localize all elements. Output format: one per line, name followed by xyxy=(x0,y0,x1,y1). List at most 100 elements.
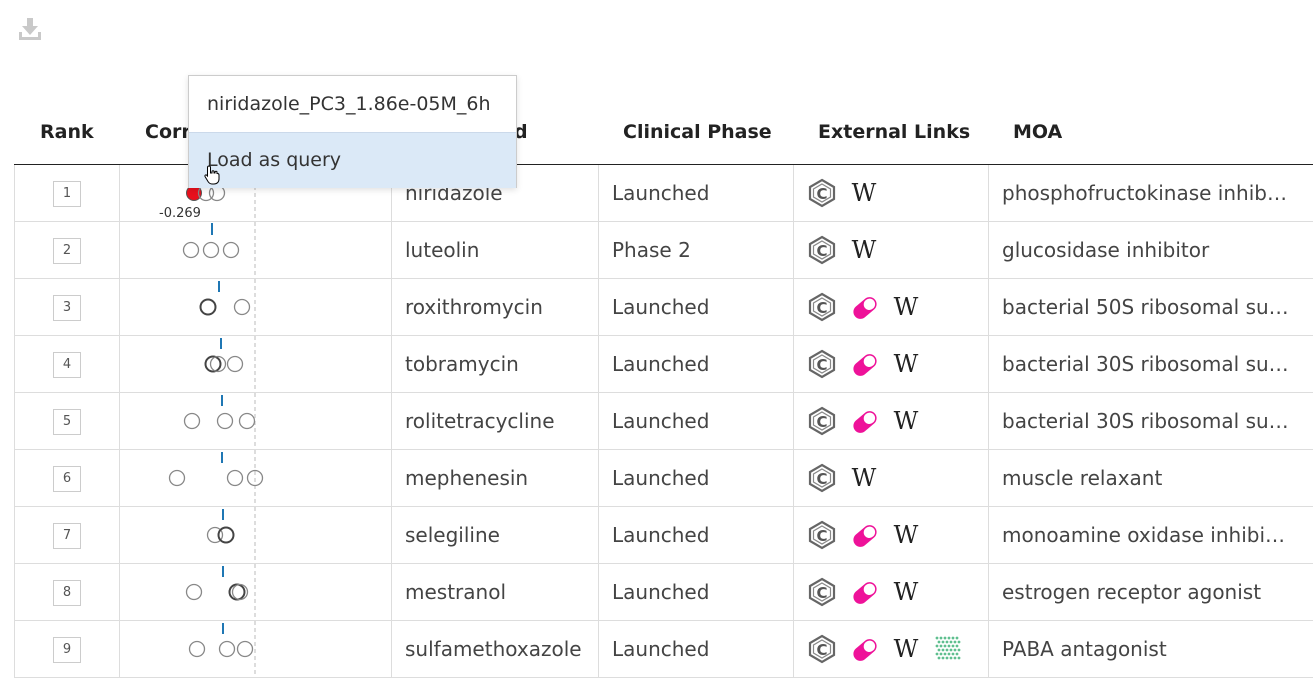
clinical-phase: Launched xyxy=(612,352,710,376)
clinical-phase: Phase 2 xyxy=(612,238,691,262)
compound-name-cell[interactable]: luteolin xyxy=(391,222,599,278)
chembl-icon[interactable]: C xyxy=(807,349,837,383)
table-row[interactable]: 2 luteolin Phase 2 C Wglucosidase inhibitor xyxy=(15,222,1313,279)
chembl-icon[interactable]: C xyxy=(807,178,837,212)
svg-text:W: W xyxy=(852,236,877,264)
rank-cell: 8 xyxy=(15,564,120,620)
correlation-cell xyxy=(119,279,392,335)
chembl-icon[interactable]: C xyxy=(807,406,837,440)
clinical-phase-cell: Launched xyxy=(598,450,794,506)
table-row[interactable]: 9 sulfamethoxazole Launched C W PABA antagoni… xyxy=(15,621,1313,678)
sample-dot xyxy=(228,583,246,601)
compound-name-cell[interactable]: mestranol xyxy=(391,564,599,620)
rank-badge: 5 xyxy=(53,409,81,435)
compound-name-cell[interactable]: sulfamethoxazole xyxy=(391,621,599,677)
external-links-cell: CW xyxy=(793,507,989,563)
sample-dot xyxy=(226,469,244,487)
molecule-icon[interactable] xyxy=(933,634,961,666)
moa-text: muscle relaxant xyxy=(1002,466,1163,490)
moa-text: estrogen receptor agonist xyxy=(1002,580,1262,604)
moa-text: glucosidase inhibitor xyxy=(1002,238,1210,262)
rank-cell: 3 xyxy=(15,279,120,335)
load-as-query-label: Load as query xyxy=(207,149,342,171)
svg-text:W: W xyxy=(894,635,919,663)
correlation-cell xyxy=(119,222,392,278)
table-row[interactable]: 6 mephenesin Launched C Wmuscle relaxant xyxy=(15,450,1313,507)
svg-text:W: W xyxy=(894,521,919,549)
sample-dot xyxy=(199,298,217,316)
compound-name-cell[interactable]: mephenesin xyxy=(391,450,599,506)
compound-name-cell[interactable]: rolitetracycline xyxy=(391,393,599,449)
moa-cell: monoamine oxidase inhibitor xyxy=(988,507,1313,563)
moa-cell: bacterial 30S ribosomal sub... xyxy=(988,336,1313,392)
svg-text:W: W xyxy=(894,350,919,378)
wikipedia-icon[interactable]: W xyxy=(891,406,921,440)
column-header-moa[interactable]: MOA xyxy=(1013,100,1062,164)
compound-name-cell[interactable]: tobramycin xyxy=(391,336,599,392)
clinical-phase: Launched xyxy=(612,466,710,490)
chembl-icon[interactable]: C xyxy=(807,463,837,497)
moa-cell: phosphofructokinase inhibit... xyxy=(988,165,1313,221)
chembl-icon[interactable]: C xyxy=(807,235,837,269)
load-as-query-button[interactable]: Load as query xyxy=(189,132,516,188)
compound-name: roxithromycin xyxy=(405,295,543,319)
chembl-icon[interactable]: C xyxy=(807,520,837,554)
compound-name: sulfamethoxazole xyxy=(405,637,582,661)
wikipedia-icon[interactable]: W xyxy=(891,634,921,668)
svg-text:C: C xyxy=(816,413,827,431)
column-header-clinical-phase[interactable]: Clinical Phase xyxy=(623,100,772,164)
moa-cell: bacterial 30S ribosomal sub... xyxy=(988,393,1313,449)
chembl-icon[interactable]: C xyxy=(807,577,837,611)
svg-text:W: W xyxy=(894,407,919,435)
chembl-icon[interactable]: C xyxy=(807,292,837,326)
column-header-external-links[interactable]: External Links xyxy=(818,100,970,164)
compound-name: mestranol xyxy=(405,580,506,604)
drugbank-pill-icon[interactable] xyxy=(849,520,881,556)
hand-cursor-icon xyxy=(204,165,220,189)
drugbank-pill-icon[interactable] xyxy=(849,292,881,328)
table-row[interactable]: 5 rolitetracycline Launched C Wbacterial 30S… xyxy=(15,393,1313,450)
rank-badge: 3 xyxy=(53,295,81,321)
compound-name-cell[interactable]: selegiline xyxy=(391,507,599,563)
rank-cell: 1 xyxy=(15,165,120,221)
wikipedia-icon[interactable]: W xyxy=(849,235,879,269)
wikipedia-icon[interactable]: W xyxy=(849,178,879,212)
clinical-phase: Launched xyxy=(612,295,710,319)
table-row[interactable]: 7 selegiline Launched C Wmonoamine oxidase i… xyxy=(15,507,1313,564)
compound-name: tobramycin xyxy=(405,352,519,376)
drugbank-pill-icon[interactable] xyxy=(849,349,881,385)
drugbank-pill-icon[interactable] xyxy=(849,634,881,670)
sample-dot xyxy=(216,412,234,430)
sample-dot xyxy=(182,241,200,259)
chembl-icon[interactable]: C xyxy=(807,634,837,668)
clinical-phase-cell: Launched xyxy=(598,507,794,563)
svg-text:W: W xyxy=(894,293,919,321)
rank-cell: 7 xyxy=(15,507,120,563)
table-row[interactable]: 3 roxithromycin Launched C Wbacterial 50S ri… xyxy=(15,279,1313,336)
wikipedia-icon[interactable]: W xyxy=(891,292,921,326)
column-header-corr[interactable]: Corr xyxy=(145,100,191,164)
wikipedia-icon[interactable]: W xyxy=(849,463,879,497)
wikipedia-icon[interactable]: W xyxy=(891,577,921,611)
rank-badge: 2 xyxy=(53,238,81,264)
clinical-phase-cell: Launched xyxy=(598,393,794,449)
moa-text: bacterial 30S ribosomal sub... xyxy=(1002,352,1292,376)
drugbank-pill-icon[interactable] xyxy=(849,406,881,442)
compound-name-cell[interactable]: roxithromycin xyxy=(391,279,599,335)
column-header-rank[interactable]: Rank xyxy=(40,100,94,164)
wikipedia-icon[interactable]: W xyxy=(891,349,921,383)
sample-dot xyxy=(233,298,251,316)
results-table: 1 -0.269 niridazole Launched C Wphosphofructo… xyxy=(14,165,1313,678)
moa-text: bacterial 50S ribosomal sub... xyxy=(1002,295,1292,319)
correlation-cell xyxy=(119,507,392,563)
download-icon[interactable] xyxy=(18,16,42,42)
drugbank-pill-icon[interactable] xyxy=(849,577,881,613)
table-row[interactable]: 4 tobramycin Launched C Wbacterial 30S ribos… xyxy=(15,336,1313,393)
wikipedia-icon[interactable]: W xyxy=(891,520,921,554)
moa-cell: bacterial 50S ribosomal sub... xyxy=(988,279,1313,335)
external-links-cell: CW xyxy=(793,621,989,677)
table-row[interactable]: 8 mestranol Launched C Westrogen receptor ag… xyxy=(15,564,1313,621)
rank-cell: 6 xyxy=(15,450,120,506)
external-links-cell: CW xyxy=(793,393,989,449)
moa-text: PABA antagonist xyxy=(1002,637,1167,661)
